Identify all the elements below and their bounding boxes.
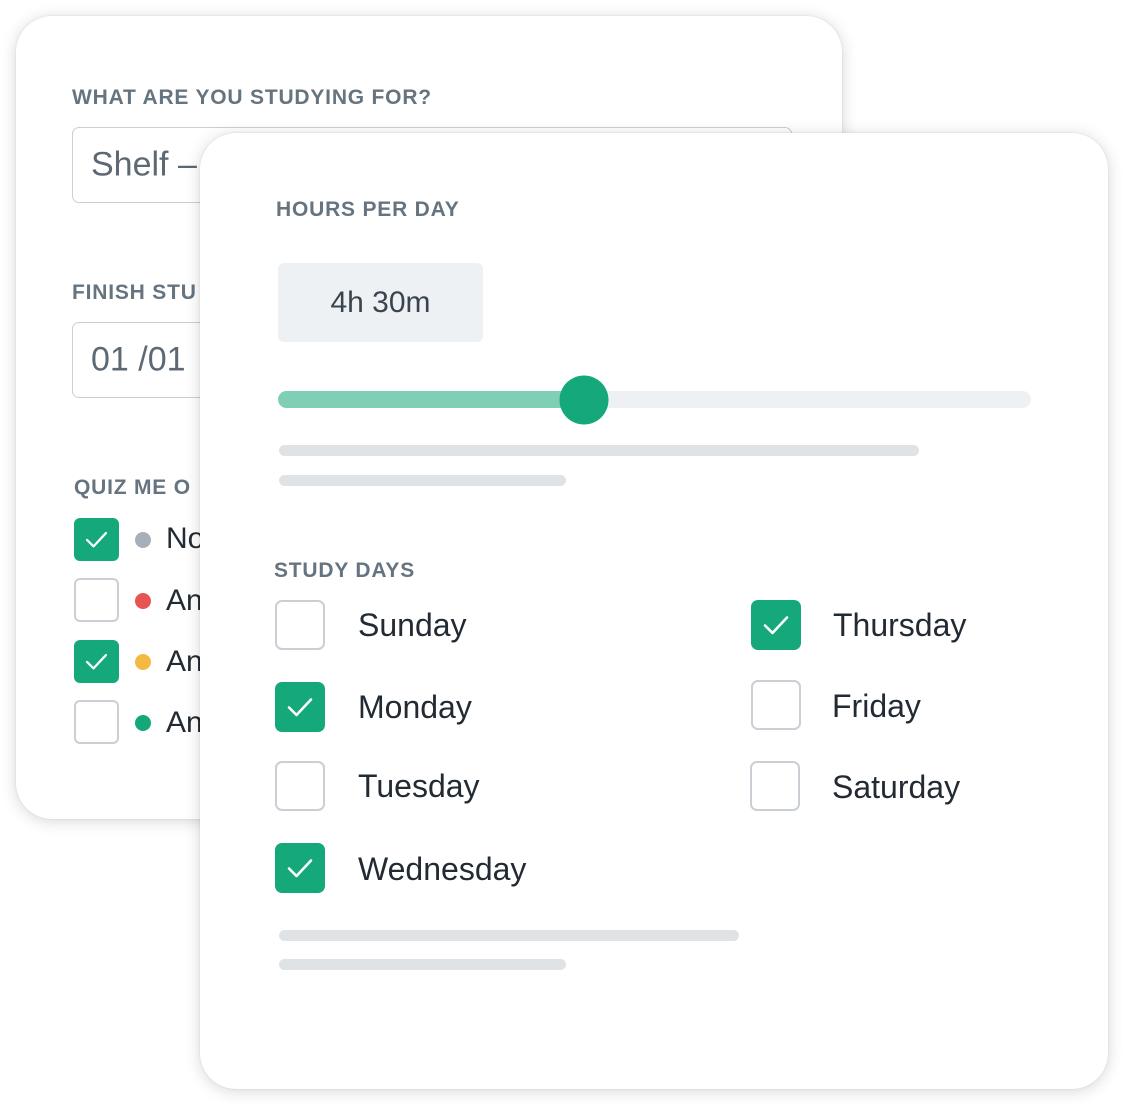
- day-label-monday: Monday: [358, 689, 472, 725]
- goal-label: WHAT ARE YOU STUDYING FOR?: [72, 86, 432, 109]
- quiz-option-checkbox-4[interactable]: [74, 700, 119, 744]
- placeholder-text-line: [279, 959, 566, 970]
- quiz-option-status-dot-1: [135, 532, 151, 548]
- day-label-friday: Friday: [832, 688, 921, 724]
- finish-date-value: 01 /01: [91, 340, 186, 379]
- day-checkbox-monday[interactable]: [275, 682, 325, 732]
- day-checkbox-thursday[interactable]: [751, 600, 801, 650]
- day-checkbox-wednesday[interactable]: [275, 843, 325, 893]
- day-checkbox-sunday[interactable]: [275, 600, 325, 650]
- quiz-option-label-2: An: [166, 584, 203, 617]
- hours-per-day-label: HOURS PER DAY: [276, 198, 460, 221]
- quiz-option-status-dot-2: [135, 593, 151, 609]
- hours-slider[interactable]: [278, 375, 1031, 424]
- quiz-me-label: QUIZ ME O: [74, 476, 191, 499]
- quiz-option-label-3: An: [166, 645, 203, 678]
- placeholder-text-line: [279, 475, 566, 486]
- quiz-option-checkbox-1[interactable]: [74, 518, 119, 561]
- goal-select-value: Shelf –: [91, 145, 197, 184]
- day-label-wednesday: Wednesday: [358, 851, 527, 887]
- day-label-saturday: Saturday: [832, 769, 961, 805]
- check-icon: [763, 616, 789, 635]
- quiz-option-label-4: An: [166, 706, 203, 739]
- check-icon: [287, 698, 313, 717]
- quiz-option-label-1: No: [166, 522, 205, 555]
- day-checkbox-saturday[interactable]: [750, 761, 800, 811]
- day-label-tuesday: Tuesday: [358, 768, 480, 804]
- day-checkbox-friday[interactable]: [751, 680, 801, 730]
- day-checkbox-tuesday[interactable]: [275, 761, 325, 811]
- day-label-thursday: Thursday: [833, 607, 967, 643]
- hours-slider-fill: [278, 391, 584, 408]
- placeholder-text-line: [279, 930, 739, 941]
- quiz-option-checkbox-2[interactable]: [74, 578, 119, 622]
- check-icon: [85, 531, 108, 548]
- study-days-label: STUDY DAYS: [274, 559, 416, 582]
- check-icon: [287, 859, 313, 878]
- quiz-option-status-dot-4: [135, 715, 151, 731]
- check-icon: [85, 653, 108, 670]
- hours-value-display: 4h 30m: [278, 263, 483, 342]
- study-schedule-card: HOURS PER DAY 4h 30m STUDY DAYS Sunday M…: [200, 133, 1108, 1089]
- placeholder-text-line: [279, 445, 919, 456]
- quiz-option-status-dot-3: [135, 654, 151, 670]
- hours-slider-handle[interactable]: [559, 375, 609, 424]
- day-label-sunday: Sunday: [358, 607, 467, 643]
- hours-value-text: 4h 30m: [330, 285, 431, 319]
- finish-date-label: FINISH STU: [72, 281, 197, 304]
- quiz-option-checkbox-3[interactable]: [74, 640, 119, 683]
